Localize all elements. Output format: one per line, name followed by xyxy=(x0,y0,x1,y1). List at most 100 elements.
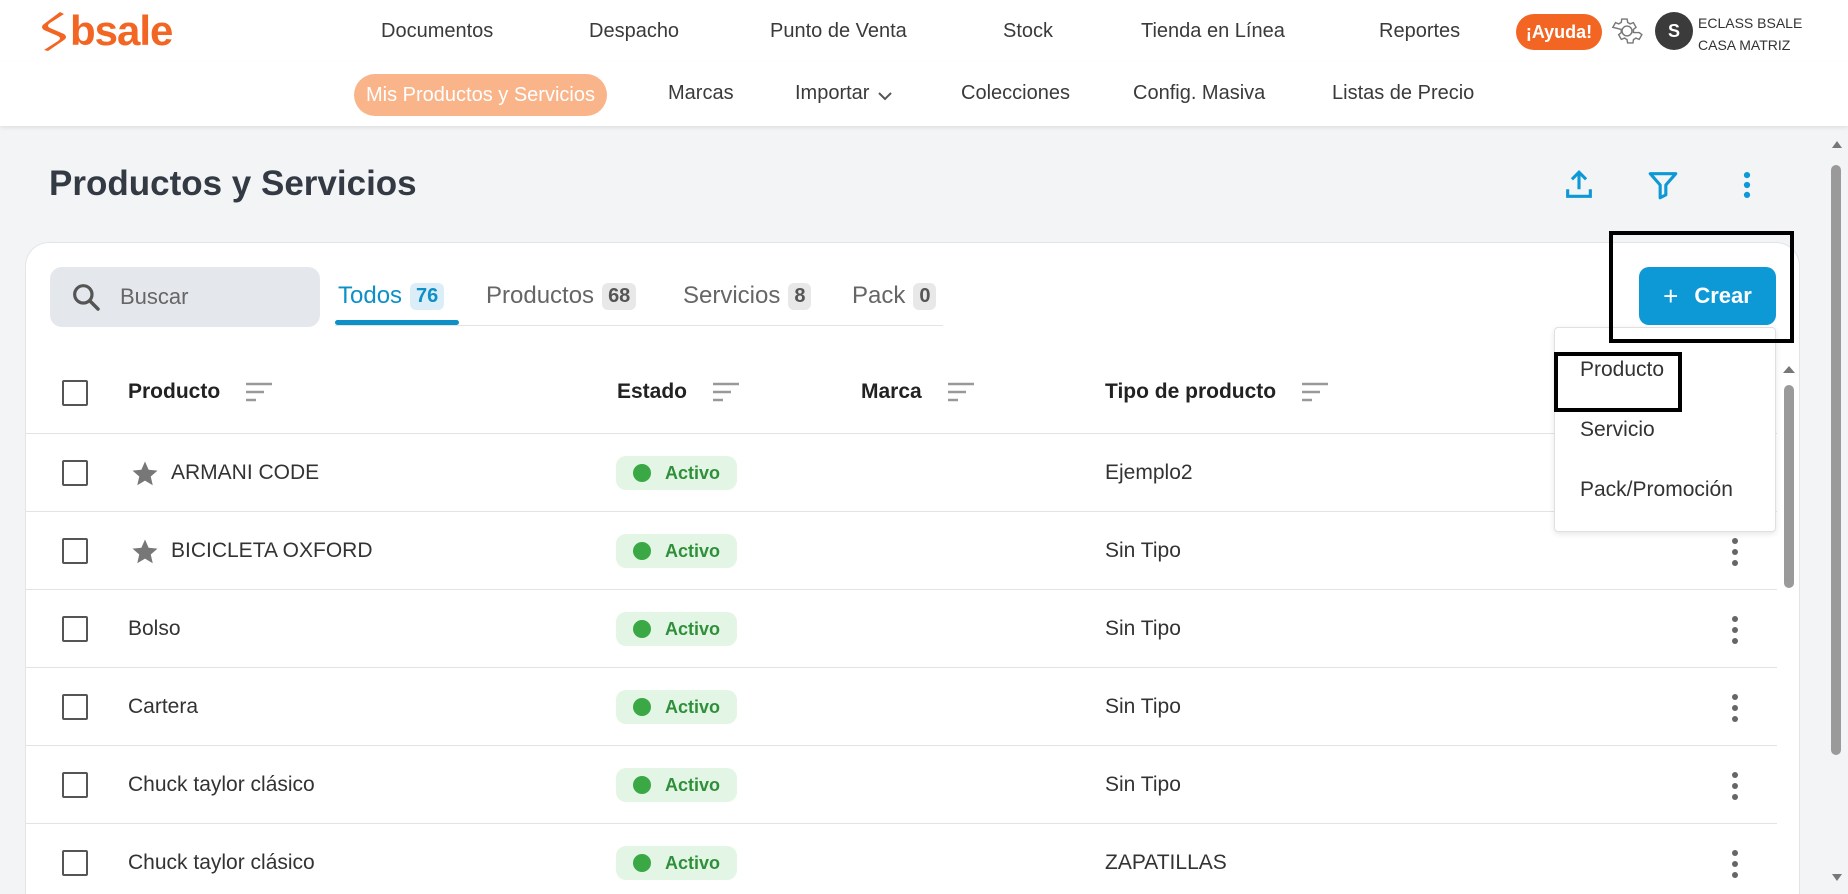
search-icon xyxy=(73,284,100,311)
row-menu-icon[interactable] xyxy=(1725,612,1745,648)
tab-todos-count: 76 xyxy=(410,282,445,310)
user-info[interactable]: ECLASS BSALE CASA MATRIZ xyxy=(1698,12,1802,56)
status-label: Activo xyxy=(665,852,721,873)
inner-scroll-up-icon[interactable] xyxy=(1781,363,1797,375)
row-checkbox[interactable] xyxy=(62,694,88,720)
active-tab-indicator xyxy=(335,320,459,325)
page-scrollbar-thumb[interactable] xyxy=(1831,165,1841,755)
subnav-config-masiva[interactable]: Config. Masiva xyxy=(1133,82,1265,105)
menu-item-servicio[interactable]: Servicio xyxy=(1580,418,1655,442)
product-name[interactable]: Chuck taylor clásico xyxy=(128,851,315,875)
subnav-marcas[interactable]: Marcas xyxy=(668,82,734,105)
column-header-producto[interactable]: Producto xyxy=(128,380,274,404)
sub-navbar: Mis Productos y Servicios Marcas Importa… xyxy=(0,62,1848,126)
tab-servicios-label: Servicios xyxy=(683,282,781,309)
subnav-importar[interactable]: Importar xyxy=(795,82,893,105)
column-marca-label: Marca xyxy=(861,380,922,403)
status-badge: Activo xyxy=(616,534,737,568)
status-badge: Activo xyxy=(616,768,737,802)
upload-icon[interactable] xyxy=(1562,168,1596,202)
row-checkbox[interactable] xyxy=(62,538,88,564)
tab-productos-label: Productos xyxy=(486,282,595,309)
sort-icon[interactable] xyxy=(1300,381,1330,403)
status-badge: Activo xyxy=(616,612,737,646)
product-name[interactable]: ARMANI CODE xyxy=(171,461,319,485)
search-box[interactable] xyxy=(50,267,320,327)
tab-productos[interactable]: Productos 68 xyxy=(486,282,637,310)
tabs: Todos 76 Productos 68 Servicios 8 Pack 0 xyxy=(335,278,943,326)
status-label: Activo xyxy=(665,462,721,483)
sort-icon[interactable] xyxy=(711,381,741,403)
menu-item-pack-promocion[interactable]: Pack/Promoción xyxy=(1580,478,1733,502)
subnav-colecciones[interactable]: Colecciones xyxy=(961,82,1070,105)
page-title: Productos y Servicios xyxy=(49,164,417,203)
subnav-listas-de-precio[interactable]: Listas de Precio xyxy=(1332,82,1474,105)
nav-stock[interactable]: Stock xyxy=(1003,20,1053,43)
nav-tienda-en-linea[interactable]: Tienda en Línea xyxy=(1141,20,1285,43)
row-checkbox[interactable] xyxy=(62,460,88,486)
row-divider xyxy=(25,823,1777,824)
help-button[interactable]: ¡Ayuda! xyxy=(1516,14,1602,50)
status-badge: Activo xyxy=(616,846,737,880)
tab-servicios-count: 8 xyxy=(788,282,812,310)
star-icon[interactable] xyxy=(130,459,160,489)
status-dot xyxy=(633,542,651,560)
product-name[interactable]: Bolso xyxy=(128,617,181,641)
select-all-checkbox[interactable] xyxy=(62,380,88,406)
tab-pack-count: 0 xyxy=(913,282,937,310)
row-menu-icon[interactable] xyxy=(1725,846,1745,882)
avatar[interactable]: S xyxy=(1655,12,1693,50)
nav-documentos[interactable]: Documentos xyxy=(381,20,493,43)
scroll-up-icon[interactable] xyxy=(1830,138,1844,150)
tab-servicios[interactable]: Servicios 8 xyxy=(683,282,812,310)
highlight-producto-option xyxy=(1554,352,1682,412)
header-divider xyxy=(25,433,1777,434)
product-name[interactable]: Cartera xyxy=(128,695,198,719)
column-header-tipo-de-producto[interactable]: Tipo de producto xyxy=(1105,380,1330,404)
chevron-down-icon xyxy=(878,91,893,100)
column-header-estado[interactable]: Estado xyxy=(617,380,741,404)
nav-despacho[interactable]: Despacho xyxy=(589,20,679,43)
bsale-logo[interactable]: bsale xyxy=(38,7,173,54)
tab-todos[interactable]: Todos 76 xyxy=(338,282,445,310)
product-name[interactable]: BICICLETA OXFORD xyxy=(171,539,372,563)
product-type: Sin Tipo xyxy=(1105,617,1181,640)
row-menu-icon[interactable] xyxy=(1725,690,1745,726)
row-checkbox[interactable] xyxy=(62,850,88,876)
scroll-down-icon[interactable] xyxy=(1830,872,1844,884)
tab-pack[interactable]: Pack 0 xyxy=(852,282,937,310)
nav-punto-de-venta[interactable]: Punto de Venta xyxy=(770,20,907,43)
row-menu-icon[interactable] xyxy=(1725,534,1745,570)
status-label: Activo xyxy=(665,696,721,717)
row-checkbox[interactable] xyxy=(62,772,88,798)
column-estado-label: Estado xyxy=(617,380,688,403)
brand-name: bsale xyxy=(70,7,173,54)
more-options-icon[interactable] xyxy=(1730,168,1764,202)
tab-productos-count: 68 xyxy=(602,282,637,310)
sort-icon[interactable] xyxy=(244,381,274,403)
nav-reportes[interactable]: Reportes xyxy=(1379,20,1460,43)
product-type: Sin Tipo xyxy=(1105,539,1181,562)
star-icon[interactable] xyxy=(130,537,160,567)
row-divider xyxy=(25,511,1777,512)
status-dot xyxy=(633,854,651,872)
search-input[interactable] xyxy=(120,284,300,310)
subnav-mis-productos[interactable]: Mis Productos y Servicios xyxy=(354,74,607,116)
gear-icon[interactable] xyxy=(1610,14,1644,48)
tab-pack-label: Pack xyxy=(852,282,906,309)
status-badge: Activo xyxy=(616,690,737,724)
product-name[interactable]: Chuck taylor clásico xyxy=(128,773,315,797)
sort-icon[interactable] xyxy=(946,381,976,403)
bsale-logo-icon xyxy=(42,12,66,51)
inner-scrollbar-thumb[interactable] xyxy=(1784,385,1794,588)
tab-todos-label: Todos xyxy=(338,282,403,309)
column-header-marca[interactable]: Marca xyxy=(861,380,976,404)
row-checkbox[interactable] xyxy=(62,616,88,642)
product-type: Sin Tipo xyxy=(1105,695,1181,718)
product-type: Ejemplo2 xyxy=(1105,461,1193,484)
row-menu-icon[interactable] xyxy=(1725,768,1745,804)
filter-icon[interactable] xyxy=(1646,168,1680,202)
top-navbar: bsale Documentos Despacho Punto de Venta… xyxy=(0,0,1848,66)
column-tipo-label: Tipo de producto xyxy=(1105,380,1277,403)
row-divider xyxy=(25,667,1777,668)
